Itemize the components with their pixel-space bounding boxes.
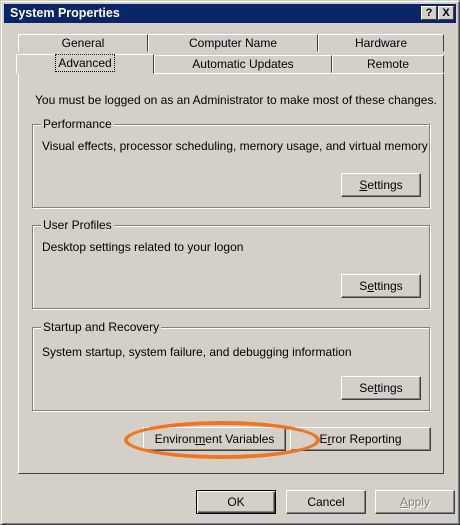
help-button[interactable]: ? <box>421 6 437 20</box>
startup-recovery-description: System startup, system failure, and debu… <box>42 345 352 359</box>
performance-settings-button[interactable]: Settings <box>341 173 421 197</box>
tab-hardware[interactable]: Hardware <box>318 34 444 52</box>
admin-notice-text: You must be logged on as an Administrato… <box>35 93 437 107</box>
window-title: System Properties <box>10 6 120 20</box>
startup-recovery-group: Startup and Recovery System startup, sys… <box>32 320 430 411</box>
apply-button[interactable]: Apply <box>375 490 455 514</box>
tab-remote[interactable]: Remote <box>332 55 444 73</box>
highlight-ellipse <box>124 421 320 459</box>
title-bar[interactable]: System Properties ? X <box>4 4 456 23</box>
performance-title: Performance <box>41 117 114 131</box>
tab-advanced[interactable]: Advanced <box>16 54 154 74</box>
close-button[interactable]: X <box>438 6 454 20</box>
tab-automatic-updates[interactable]: Automatic Updates <box>154 55 332 73</box>
tab-general[interactable]: General <box>18 34 148 52</box>
performance-group: Performance Visual effects, processor sc… <box>32 117 430 208</box>
ok-button[interactable]: OK <box>196 490 276 514</box>
cancel-button[interactable]: Cancel <box>286 490 366 514</box>
startup-recovery-settings-button[interactable]: Settings <box>341 376 421 400</box>
user-profiles-group: User Profiles Desktop settings related t… <box>32 218 430 309</box>
user-profiles-title: User Profiles <box>41 218 114 232</box>
user-profiles-description: Desktop settings related to your logon <box>42 240 244 254</box>
performance-description: Visual effects, processor scheduling, me… <box>42 139 428 153</box>
user-profiles-settings-button[interactable]: Settings <box>341 274 421 298</box>
startup-recovery-title: Startup and Recovery <box>41 320 162 334</box>
tab-computer-name[interactable]: Computer Name <box>148 34 318 52</box>
